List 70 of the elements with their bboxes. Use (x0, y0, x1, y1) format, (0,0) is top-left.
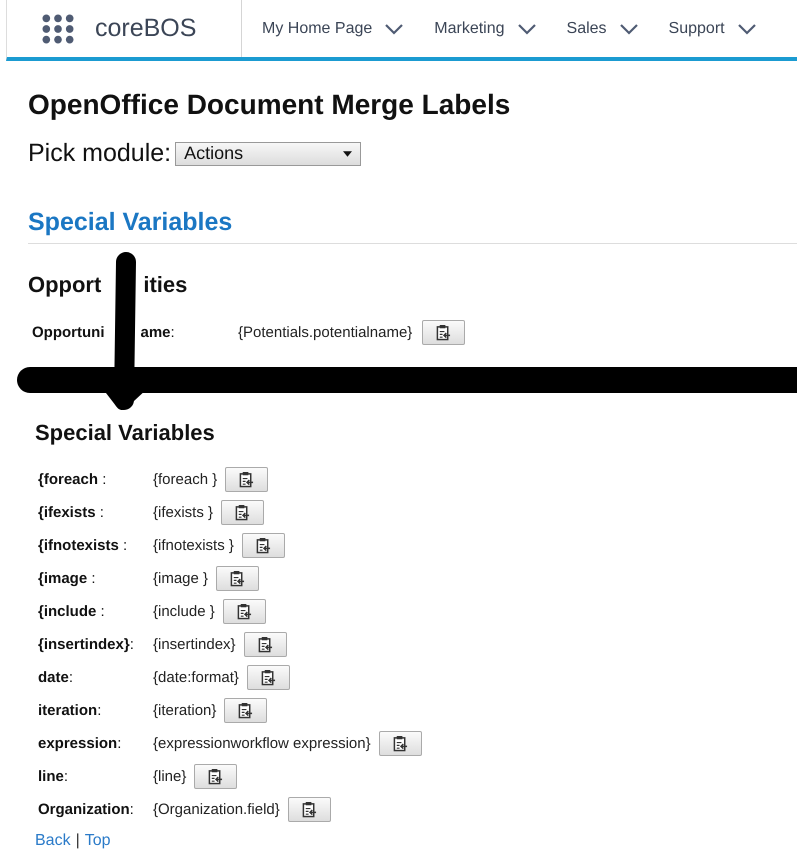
variable-label: {ifexists : (38, 504, 105, 521)
pick-module-label: Pick module: (28, 139, 172, 168)
copy-button[interactable] (288, 797, 331, 822)
variable-value: {Potentials.potentialname} (238, 324, 412, 341)
variable-value: {Organization.field} (153, 801, 280, 818)
chevron-down-icon (618, 22, 639, 34)
variable-label: {insertindex}: (38, 636, 135, 653)
clipboard-icon (238, 702, 254, 719)
variable-value: {image } (153, 570, 208, 587)
copy-button[interactable] (244, 632, 287, 657)
chevron-down-icon (516, 22, 537, 34)
top-link[interactable]: Top (84, 832, 111, 850)
clipboard-icon (258, 636, 273, 653)
app-launcher-icon[interactable] (41, 14, 75, 44)
separator: | (76, 832, 80, 850)
dropdown-icon (343, 150, 352, 156)
nav-menu[interactable]: Marketing (434, 20, 537, 38)
copy-button[interactable] (216, 566, 260, 591)
clipboard-icon (208, 768, 224, 785)
back-link[interactable]: Back (35, 832, 71, 850)
clipboard-icon (239, 471, 254, 488)
clipboard-icon (235, 504, 250, 521)
nav-menu[interactable]: Support (668, 20, 757, 38)
field-label: ame: (140, 324, 175, 341)
variable-label: date: (38, 669, 74, 686)
copy-button[interactable] (221, 500, 264, 525)
variable-value: {ifexists } (153, 504, 214, 521)
chevron-down-icon (384, 22, 404, 34)
clipboard-icon (256, 537, 271, 554)
variable-value: {include } (153, 603, 215, 620)
copy-button[interactable] (378, 731, 422, 756)
variable-value: {date:format} (153, 669, 239, 686)
clipboard-icon (260, 669, 276, 686)
variable-value: {insertindex} (153, 636, 236, 653)
variable-label: line: (38, 768, 70, 785)
variable-label: iteration: (38, 702, 102, 719)
variable-label: {foreach : (38, 471, 108, 488)
copy-button[interactable] (246, 665, 290, 690)
copy-button[interactable] (242, 533, 285, 558)
variable-label: {ifnotexists : (38, 537, 128, 554)
clipboard-icon (392, 735, 408, 752)
chevron-down-icon (736, 22, 757, 34)
copy-button[interactable] (422, 320, 466, 345)
copy-button[interactable] (222, 599, 266, 624)
variable-value: {expressionworkflow expression} (153, 735, 371, 752)
section-title: Special Variables (28, 208, 797, 244)
copy-button[interactable] (194, 764, 238, 789)
nav-menu[interactable]: Sales (566, 20, 639, 38)
variable-value: {foreach } (153, 471, 218, 488)
module-select[interactable]: Actions (175, 142, 362, 166)
module-heading: Opport (28, 272, 102, 298)
section-heading: Special Variables (35, 420, 216, 446)
clipboard-icon (230, 570, 246, 587)
field-label: Opportuni (32, 324, 104, 341)
clipboard-icon (436, 324, 452, 341)
copy-button[interactable] (224, 698, 268, 723)
variable-value: {line} (153, 768, 186, 785)
variable-label: Organization: (38, 801, 135, 818)
variable-value: {iteration} (153, 702, 216, 719)
clipboard-icon (236, 603, 252, 620)
copy-button[interactable] (225, 467, 268, 492)
clipboard-icon (302, 801, 317, 818)
variable-label: {image : (38, 570, 97, 587)
page-title: OpenOffice Document Merge Labels (28, 89, 512, 121)
variable-label: expression: (38, 735, 122, 752)
variable-label: {include : (38, 603, 106, 620)
brand-name[interactable]: coreBOS (95, 14, 196, 43)
nav-menu[interactable]: My Home Page (262, 20, 404, 38)
variable-value: {ifnotexists } (153, 537, 234, 554)
module-heading: ities (143, 272, 188, 298)
